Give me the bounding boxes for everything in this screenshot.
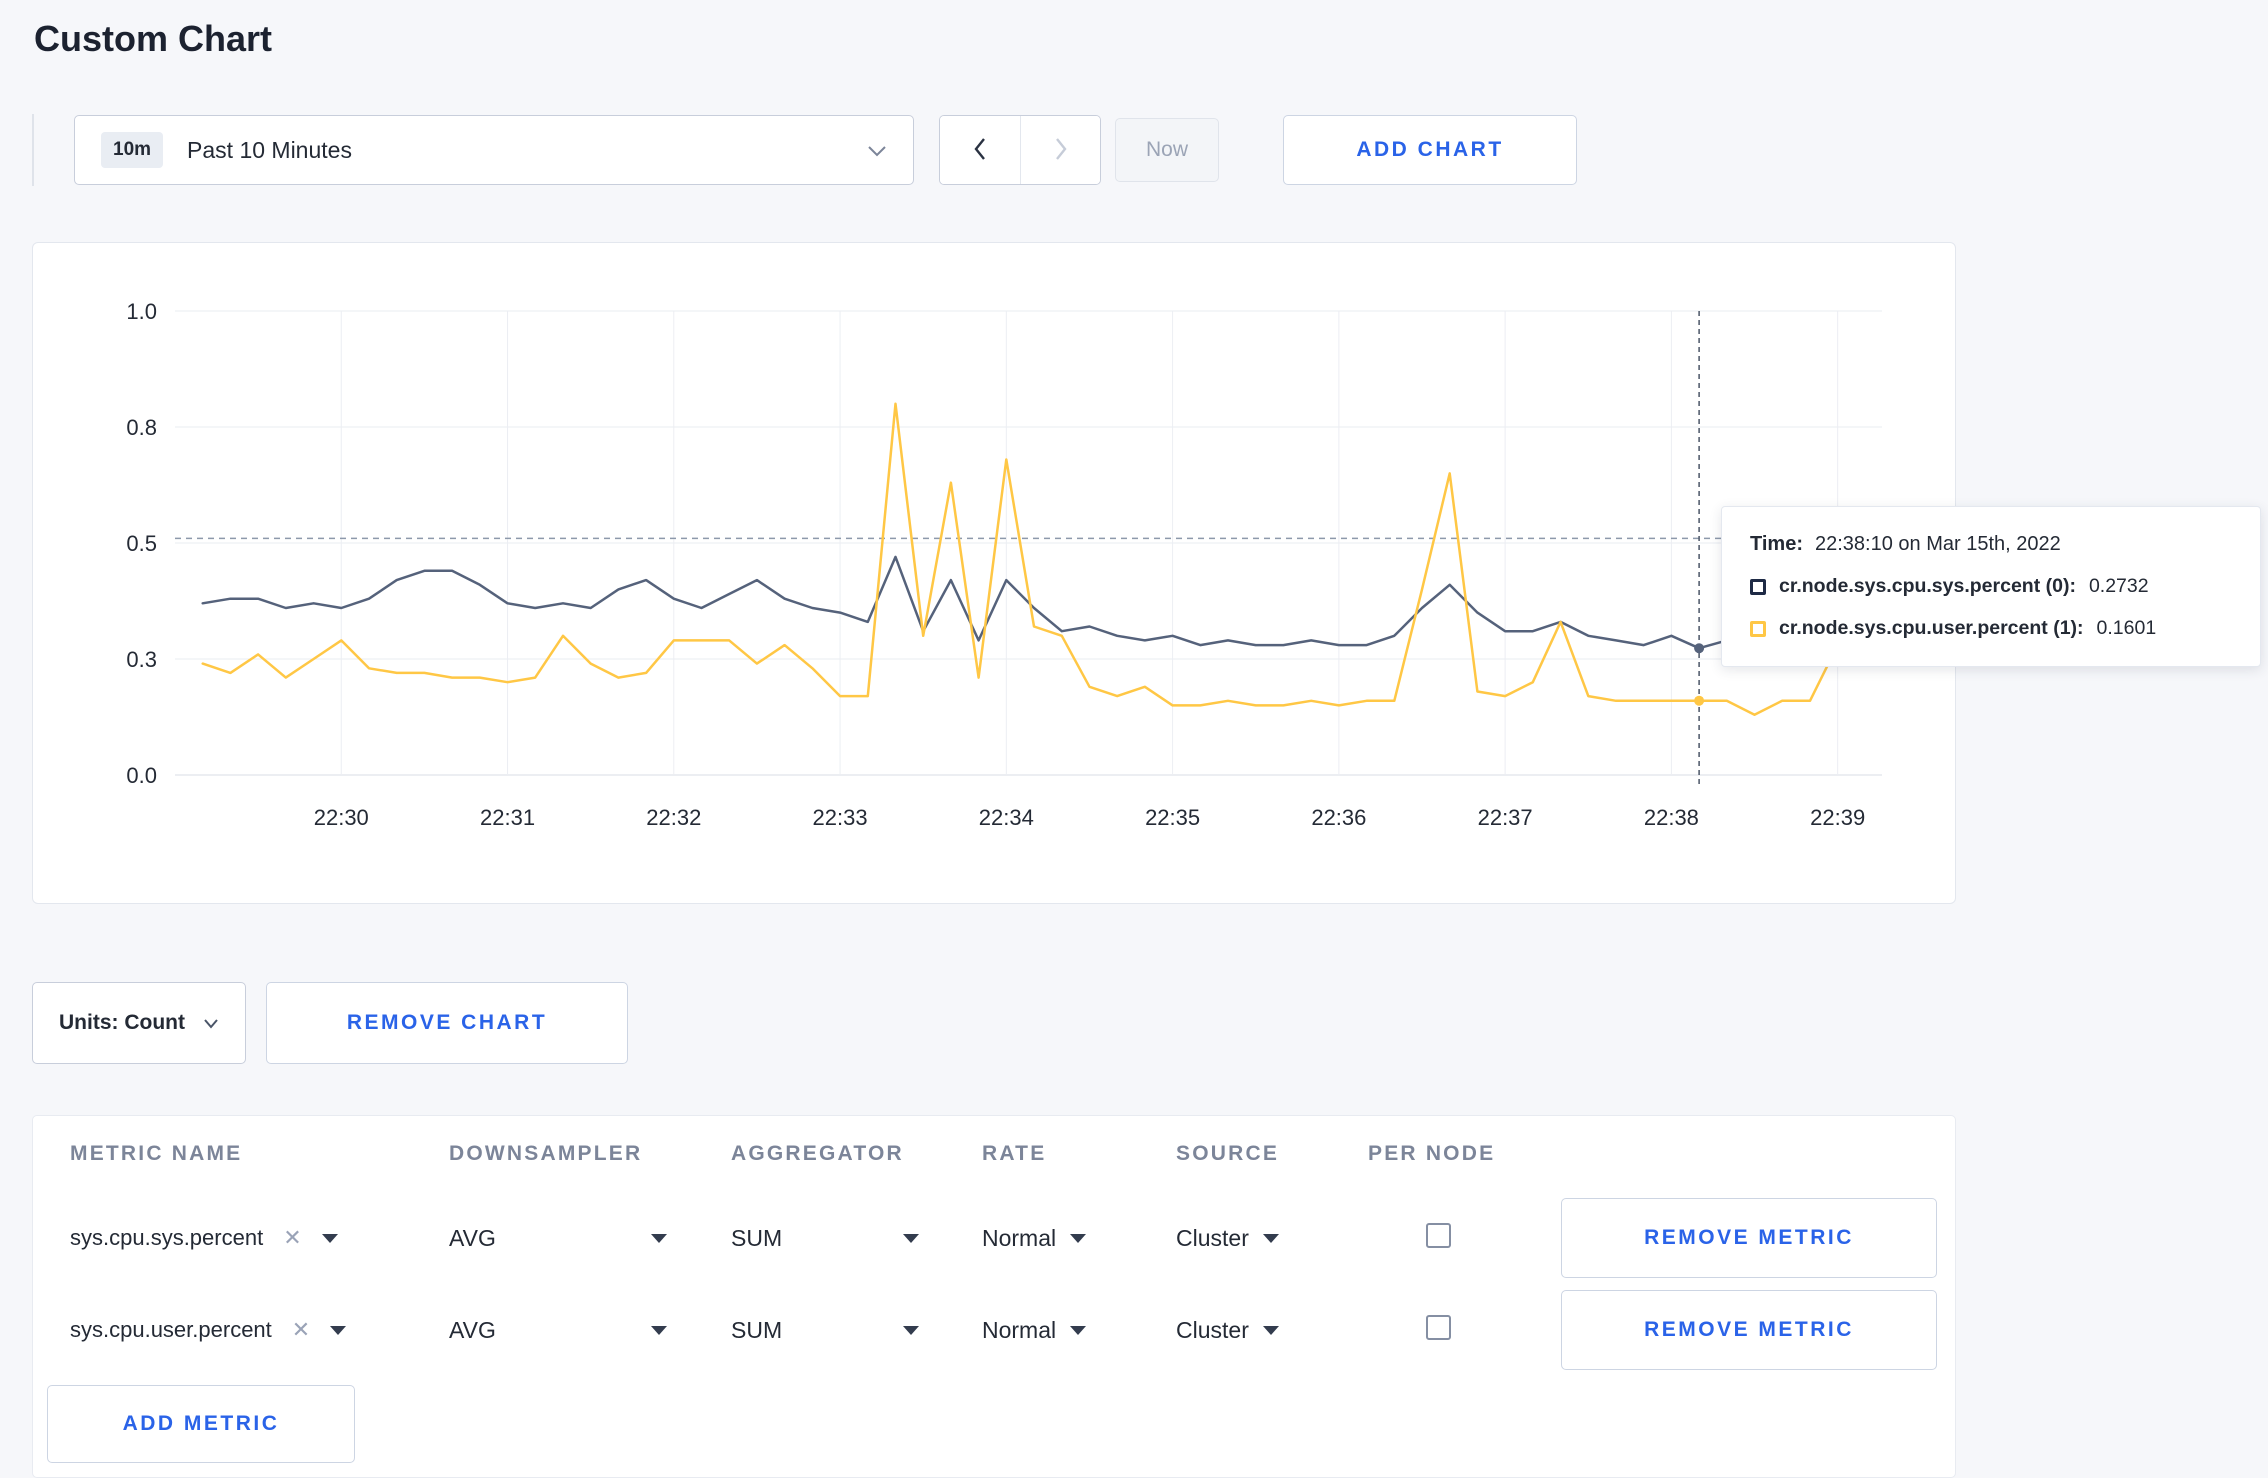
metrics-table: METRIC NAME DOWNSAMPLER AGGREGATOR RATE … bbox=[32, 1115, 1956, 1478]
caret-down-icon bbox=[1262, 1325, 1279, 1335]
source-select[interactable]: Cluster bbox=[1176, 1225, 1368, 1252]
svg-text:22:31: 22:31 bbox=[480, 805, 535, 830]
metric-name-label: sys.cpu.sys.percent bbox=[70, 1225, 264, 1250]
chevron-down-icon bbox=[867, 144, 887, 157]
svg-text:22:34: 22:34 bbox=[979, 805, 1034, 830]
metric-name-dropdown[interactable]: sys.cpu.user.percent ✕ bbox=[70, 1317, 449, 1343]
aggregator-select[interactable]: SUM bbox=[731, 1317, 919, 1344]
rate-value: Normal bbox=[982, 1316, 1057, 1343]
svg-text:22:38: 22:38 bbox=[1644, 805, 1699, 830]
svg-text:22:33: 22:33 bbox=[813, 805, 868, 830]
downsampler-value: AVG bbox=[449, 1316, 496, 1343]
chart-svg[interactable]: 0.0 0.3 0.5 0.8 1.0 22:30 22:31 22:32 22:33 22:34… bbox=[33, 243, 1955, 903]
tooltip-time-label: Time: bbox=[1750, 533, 1803, 555]
svg-text:22:36: 22:36 bbox=[1311, 805, 1366, 830]
chevron-left-icon bbox=[971, 136, 989, 165]
units-dropdown[interactable]: Units: Count bbox=[32, 982, 246, 1064]
header-per-node: PER NODE bbox=[1368, 1142, 1496, 1165]
remove-metric-button[interactable]: REMOVE METRIC bbox=[1561, 1290, 1937, 1370]
downsampler-select[interactable]: AVG bbox=[449, 1317, 667, 1344]
svg-text:0.8: 0.8 bbox=[126, 415, 157, 440]
per-node-checkbox[interactable] bbox=[1426, 1315, 1451, 1340]
source-value: Cluster bbox=[1176, 1316, 1249, 1343]
downsampler-select[interactable]: AVG bbox=[449, 1225, 667, 1252]
tooltip-series-value: 0.2732 bbox=[2088, 575, 2149, 597]
toolbar-divider bbox=[32, 114, 34, 186]
add-chart-button[interactable]: ADD CHART bbox=[1283, 115, 1578, 185]
downsampler-value: AVG bbox=[449, 1224, 496, 1251]
per-node-checkbox[interactable] bbox=[1426, 1223, 1451, 1248]
time-window-badge: 10m bbox=[101, 132, 164, 168]
custom-chart-page: Custom Chart 10m Past 10 Minutes Now ADD… bbox=[0, 0, 2268, 1478]
per-node-cell bbox=[1368, 1315, 1561, 1345]
header-source: SOURCE bbox=[1176, 1142, 1280, 1165]
remove-metric-button[interactable]: REMOVE METRIC bbox=[1561, 1198, 1937, 1278]
caret-down-icon bbox=[903, 1325, 919, 1335]
tooltip-series-name: cr.node.sys.cpu.sys.percent (0): bbox=[1779, 575, 2076, 597]
svg-text:22:39: 22:39 bbox=[1810, 805, 1865, 830]
chevron-right-icon bbox=[1052, 136, 1070, 165]
time-window-dropdown[interactable]: 10m Past 10 Minutes bbox=[74, 115, 914, 185]
svg-text:22:30: 22:30 bbox=[314, 805, 369, 830]
caret-down-icon bbox=[330, 1325, 347, 1335]
tooltip-series-row: cr.node.sys.cpu.sys.percent (0): 0.2732 bbox=[1750, 575, 2232, 598]
caret-down-icon bbox=[651, 1325, 667, 1335]
next-time-button[interactable] bbox=[1020, 116, 1100, 184]
rate-select[interactable]: Normal bbox=[982, 1317, 1176, 1344]
add-metric-button[interactable]: ADD METRIC bbox=[47, 1385, 355, 1463]
clear-metric-icon[interactable]: ✕ bbox=[283, 1227, 301, 1249]
metric-name-label: sys.cpu.user.percent bbox=[70, 1317, 272, 1342]
chart-tooltip: Time: 22:38:10 on Mar 15th, 2022 cr.node.… bbox=[1721, 506, 2261, 667]
svg-text:22:37: 22:37 bbox=[1478, 805, 1533, 830]
rate-value: Normal bbox=[982, 1224, 1057, 1251]
svg-text:1.0: 1.0 bbox=[126, 299, 157, 324]
header-rate: RATE bbox=[982, 1142, 1047, 1165]
tooltip-time: Time: 22:38:10 on Mar 15th, 2022 bbox=[1750, 533, 2232, 556]
series-swatch-sys-icon bbox=[1750, 578, 1766, 595]
chevron-down-icon bbox=[203, 1011, 219, 1035]
series-swatch-user-icon bbox=[1750, 620, 1766, 637]
per-node-cell bbox=[1368, 1223, 1561, 1253]
now-button[interactable]: Now bbox=[1115, 118, 1220, 182]
caret-down-icon bbox=[321, 1233, 338, 1243]
remove-chart-button[interactable]: REMOVE CHART bbox=[265, 982, 628, 1064]
tooltip-series-row: cr.node.sys.cpu.user.percent (1): 0.1601 bbox=[1750, 617, 2232, 640]
time-window-label: Past 10 Minutes bbox=[187, 136, 352, 163]
caret-down-icon bbox=[1070, 1233, 1087, 1243]
svg-text:22:35: 22:35 bbox=[1145, 805, 1200, 830]
svg-text:0.3: 0.3 bbox=[126, 647, 157, 672]
rate-select[interactable]: Normal bbox=[982, 1225, 1176, 1252]
caret-down-icon bbox=[1262, 1233, 1279, 1243]
header-metric-name: METRIC NAME bbox=[70, 1142, 243, 1165]
metric-row: sys.cpu.sys.percent ✕ AVG SUM Normal Clu… bbox=[33, 1192, 1955, 1284]
svg-text:22:32: 22:32 bbox=[646, 805, 701, 830]
aggregator-select[interactable]: SUM bbox=[731, 1225, 919, 1252]
caret-down-icon bbox=[651, 1233, 667, 1243]
caret-down-icon bbox=[1070, 1325, 1087, 1335]
source-select[interactable]: Cluster bbox=[1176, 1317, 1368, 1344]
page-title: Custom Chart bbox=[34, 18, 273, 59]
metric-name-dropdown[interactable]: sys.cpu.sys.percent ✕ bbox=[70, 1225, 449, 1251]
toolbar: 10m Past 10 Minutes Now ADD CHART bbox=[32, 114, 2268, 186]
units-label: Units: Count bbox=[59, 1011, 185, 1034]
clear-metric-icon[interactable]: ✕ bbox=[292, 1319, 310, 1341]
header-aggregator: AGGREGATOR bbox=[731, 1142, 904, 1165]
prev-time-button[interactable] bbox=[940, 116, 1020, 184]
caret-down-icon bbox=[903, 1233, 919, 1243]
metric-row: sys.cpu.user.percent ✕ AVG SUM Normal Cl… bbox=[33, 1284, 1955, 1376]
aggregator-value: SUM bbox=[731, 1224, 783, 1251]
tooltip-time-value: 22:38:10 on Mar 15th, 2022 bbox=[1814, 533, 2061, 555]
tooltip-series-name: cr.node.sys.cpu.user.percent (1): bbox=[1779, 617, 2084, 639]
svg-text:0.0: 0.0 bbox=[126, 763, 157, 788]
tooltip-series-value: 0.1601 bbox=[2096, 617, 2157, 639]
aggregator-value: SUM bbox=[731, 1316, 783, 1343]
chart-footer: Units: Count REMOVE CHART bbox=[32, 982, 2268, 1064]
source-value: Cluster bbox=[1176, 1224, 1249, 1251]
chart-card: 0.0 0.3 0.5 0.8 1.0 22:30 22:31 22:32 22:33 22:34… bbox=[32, 242, 1956, 904]
metrics-table-header: METRIC NAME DOWNSAMPLER AGGREGATOR RATE … bbox=[33, 1116, 1955, 1192]
svg-text:0.5: 0.5 bbox=[126, 531, 157, 556]
time-pager bbox=[939, 115, 1101, 185]
header-downsampler: DOWNSAMPLER bbox=[449, 1142, 643, 1165]
